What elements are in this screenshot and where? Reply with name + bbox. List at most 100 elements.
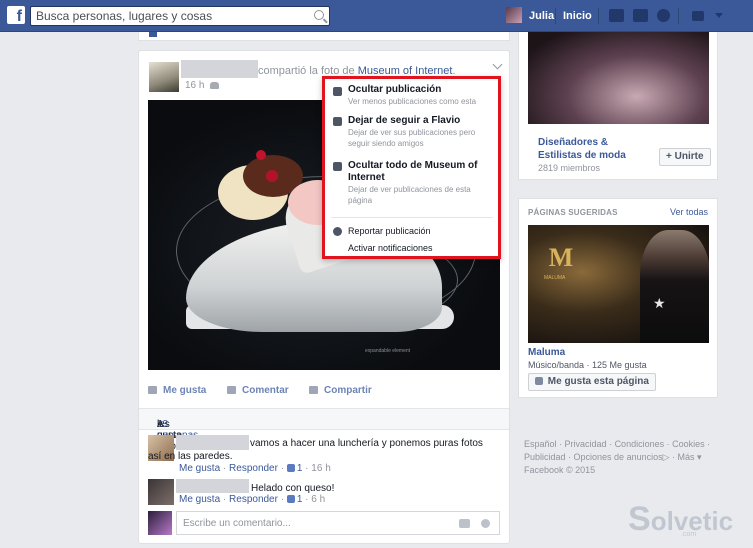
notifications-globe-icon[interactable]	[657, 9, 670, 22]
comment-like-count[interactable]: 1	[297, 463, 303, 474]
comment-meta: Me gusta · Responder · 1 · 6 h	[179, 494, 326, 505]
search-input[interactable]	[31, 7, 301, 25]
menu-item-subtitle: Ver menos publicaciones como esta	[348, 97, 477, 106]
comment-like-count[interactable]: 1	[297, 494, 303, 505]
story-author-avatar[interactable]	[149, 62, 179, 92]
footer-link-advertising[interactable]: Publicidad	[524, 452, 566, 462]
camera-icon[interactable]	[459, 519, 470, 528]
story-timestamp[interactable]: 16 h	[185, 80, 220, 91]
commenter-avatar[interactable]	[148, 479, 174, 505]
privacy-shortcuts-icon[interactable]	[692, 11, 704, 21]
join-group-button[interactable]: + Unirte	[659, 148, 711, 166]
group-members-count: 2819 miembros	[538, 163, 601, 173]
blurred-author-name[interactable]	[181, 60, 258, 78]
like-count-thumb-icon	[286, 464, 295, 473]
like-count-thumb-icon	[286, 495, 295, 504]
solvetic-watermark: Solvetic .com	[628, 500, 733, 539]
share-label: Compartir	[324, 385, 372, 396]
menu-item-title: Activar notificaciones	[348, 243, 433, 253]
report-exclamation-icon	[333, 227, 342, 236]
suggested-page-name[interactable]: Maluma	[528, 347, 565, 358]
footer-link-terms[interactable]: Condiciones	[615, 439, 665, 449]
top-navigation-bar: f Julia Inicio	[0, 0, 753, 32]
watermark-logo-s: S	[628, 500, 651, 538]
menu-item-notifications[interactable]: Activar notificaciones	[325, 241, 498, 257]
comment-like-link[interactable]: Me gusta	[179, 463, 220, 474]
comment-time[interactable]: 6 h	[311, 494, 325, 505]
unfollow-person-icon	[333, 117, 342, 126]
comment-text: vamos a hacer una lunchería y ponemos pu…	[148, 437, 493, 463]
artist-figure	[640, 230, 709, 343]
search-icon[interactable]	[314, 10, 324, 20]
blurred-commenter-name[interactable]	[176, 479, 249, 493]
sticker-icon[interactable]	[481, 519, 490, 528]
group-name-link[interactable]: Diseñadores & Estilistas de moda	[538, 136, 648, 162]
comment-action[interactable]: Comentar	[227, 385, 289, 396]
share-action[interactable]: Compartir	[309, 385, 372, 396]
story-options-menu: Ocultar publicación Ver menos publicacio…	[322, 76, 501, 259]
profile-link[interactable]: Julia	[529, 10, 554, 22]
previous-story	[138, 32, 510, 41]
see-all-link[interactable]: Ver todas	[670, 207, 708, 217]
comment-meta: Me gusta · Responder · 1 · 16 h	[179, 463, 331, 474]
likes-summary: A 13 personas les gusta esto.	[139, 408, 509, 452]
like-page-label: Me gusta esta página	[547, 376, 649, 387]
like-action[interactable]: Me gusta	[148, 385, 206, 396]
footer-link-more[interactable]: Más	[678, 452, 695, 462]
menu-item-subtitle: Dejar de ver publicaciones de esta págin…	[348, 185, 471, 205]
footer-link-privacy[interactable]: Privacidad	[565, 439, 607, 449]
comment-like-link[interactable]: Me gusta	[179, 494, 220, 505]
footer-link-language[interactable]: Español	[524, 439, 557, 449]
comment-input[interactable]	[177, 512, 437, 534]
share-arrow-icon	[309, 386, 318, 395]
menu-item-subtitle: Dejar de ver sus publicaciones pero segu…	[348, 128, 476, 148]
footer-link-ad-choices[interactable]: Opciones de anuncios	[574, 452, 663, 462]
suggested-page-photo[interactable]: M MALUMA ★	[528, 225, 709, 343]
facebook-logo-icon[interactable]: f	[7, 6, 25, 24]
watermark-domain: .com	[681, 531, 697, 538]
menu-item-hide-post[interactable]: Ocultar publicación Ver menos publicacio…	[325, 79, 498, 109]
friends-audience-icon	[210, 81, 220, 89]
hide-all-page-icon	[333, 162, 342, 171]
menu-item-unfollow[interactable]: Dejar de seguir a Flavio Dejar de ver su…	[325, 112, 498, 152]
menu-item-hide-all[interactable]: Ocultar todo de Museum of Internet Dejar…	[325, 157, 498, 209]
thumbs-up-icon	[148, 386, 157, 395]
comment-body: vamos a hacer una lunchería y ponemos pu…	[148, 438, 483, 462]
comment: Helado con queso! Me gusta · Responder ·…	[148, 479, 500, 509]
menu-item-report[interactable]: Reportar publicación	[325, 224, 498, 240]
comment-reply-link[interactable]: Responder	[229, 463, 278, 474]
menu-item-title: Dejar de seguir a Flavio	[348, 115, 461, 126]
thumbs-up-icon	[535, 377, 543, 386]
profile-avatar[interactable]	[506, 7, 522, 23]
like-page-button[interactable]: Me gusta esta página	[528, 373, 656, 391]
comment-icon	[227, 386, 236, 395]
photo-caption: expandable element	[365, 348, 411, 354]
home-link[interactable]: Inicio	[563, 10, 592, 22]
messages-icon[interactable]	[633, 9, 648, 22]
hide-x-icon	[333, 87, 342, 96]
suggested-pages-card: PÁGINAS SUGERIDAS Ver todas M MALUMA ★ M…	[518, 198, 718, 398]
friend-requests-icon[interactable]	[609, 9, 624, 22]
footer-copyright: Facebook © 2015	[524, 465, 596, 475]
menu-item-title: Ocultar publicación	[348, 84, 442, 95]
previous-story-avatar	[149, 32, 157, 37]
cherry	[256, 150, 266, 160]
comment-reply-link[interactable]: Responder	[229, 494, 278, 505]
account-menu-chevron-down-icon[interactable]	[715, 13, 723, 18]
footer-link-cookies[interactable]: Cookies	[672, 439, 705, 449]
search-box[interactable]	[30, 6, 330, 26]
time-label: 16 h	[185, 80, 205, 91]
maluma-logo: M	[548, 243, 574, 272]
group-cover-photo[interactable]	[528, 32, 709, 124]
story-options-chevron-down-icon[interactable]	[492, 59, 503, 70]
divider	[555, 8, 556, 24]
story-actions: Me gusta Comentar Compartir	[148, 381, 500, 401]
like-label: Me gusta	[163, 385, 207, 396]
photo-brand-text: MALUMA	[544, 275, 566, 281]
menu-item-title: Ocultar todo de Museum of Internet	[348, 160, 478, 183]
menu-item-title: Reportar publicación	[348, 226, 431, 236]
comment-time[interactable]: 16 h	[311, 463, 330, 474]
current-user-avatar	[148, 511, 172, 535]
cherry	[266, 170, 278, 182]
comment-composer[interactable]	[176, 511, 500, 535]
